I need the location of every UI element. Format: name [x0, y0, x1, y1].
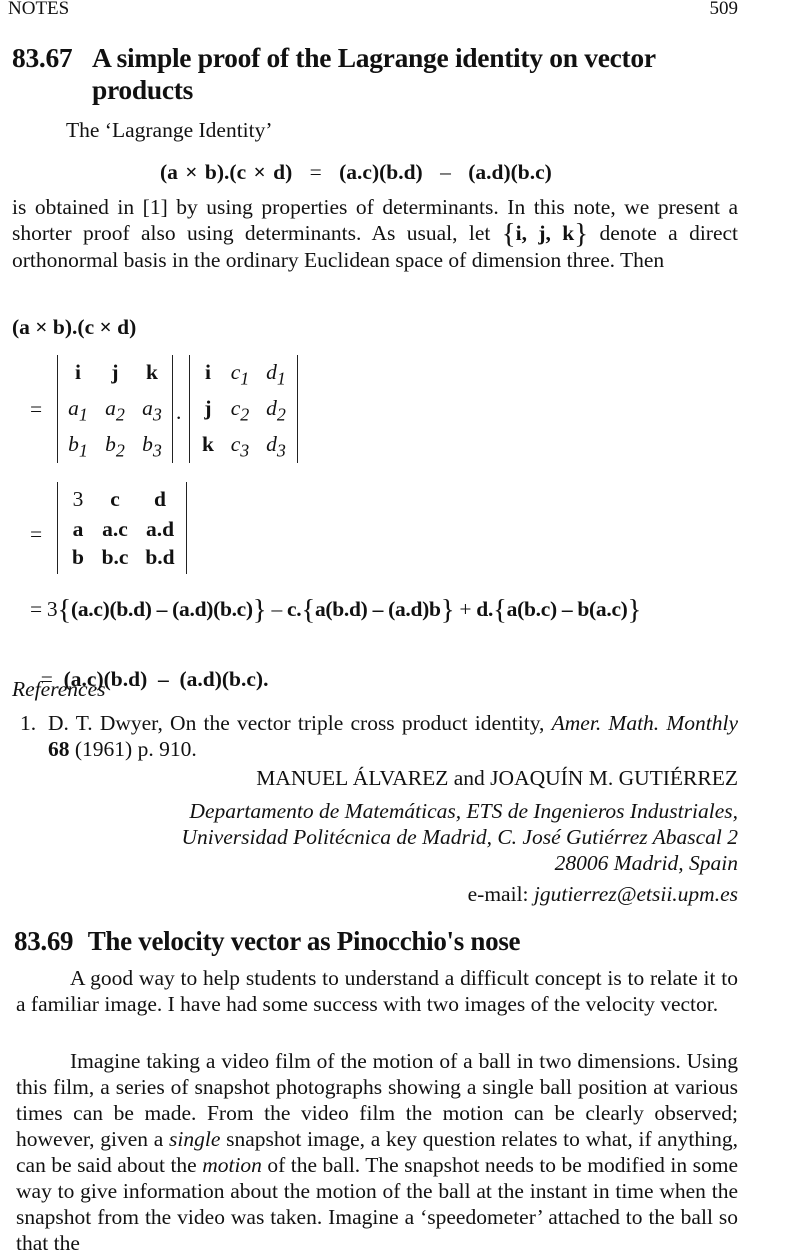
- email-label: e-mail:: [467, 882, 529, 906]
- plus-sign: +: [459, 597, 472, 621]
- note-title-line1: A simple proof of the Lagrange identity …: [92, 42, 656, 73]
- coefficient: d.: [476, 597, 494, 621]
- running-head: NOTES 509: [8, 0, 738, 22]
- identity-equals: =: [309, 160, 322, 184]
- det1-cell: k: [146, 360, 158, 384]
- minus-sign: –: [271, 597, 282, 621]
- reference-journal: Amer. Math. Monthly: [551, 711, 739, 735]
- note-title-line2: products: [92, 74, 194, 105]
- identity-lhs: (a × b).(c × d): [160, 160, 293, 184]
- reference-item: 1. D. T. Dwyer, On the vector triple cro…: [20, 710, 738, 762]
- identity-rhs2: (a.d)(b.c): [468, 160, 552, 184]
- note-title: 83.67 A simple proof of the Lagrange iden…: [12, 42, 742, 106]
- equals-sign: =: [30, 522, 43, 546]
- affiliation-line: Universidad Politécnica de Madrid, C. Jo…: [181, 825, 738, 849]
- affiliation-line: Departamento de Matemáticas, ETS de Inge…: [189, 799, 738, 823]
- note-title-text: The velocity vector as Pinocchio's nose: [87, 926, 521, 956]
- equals-sign: =: [30, 597, 42, 621]
- paragraph: is obtained in [1] by using properties o…: [12, 194, 738, 273]
- note-number: 83.67: [12, 42, 73, 73]
- coefficient: 3: [46, 597, 58, 621]
- email-line: e-mail: jgutierrez@etsii.upm.es: [12, 881, 738, 907]
- reference-authors: D. T. Dwyer, On the vector triple cross …: [48, 711, 545, 735]
- basis-vectors: i, j, k: [515, 221, 575, 245]
- equals-sign: =: [30, 397, 43, 421]
- brace-open: {: [501, 218, 516, 250]
- expansion-term: (a.c)(b.d) – (a.d)(b.c): [70, 597, 253, 621]
- determinant-2: i c1 d1 j c2 d2 k c3 d3: [189, 355, 298, 463]
- intro-text: The ‘Lagrange Identity’: [66, 118, 273, 142]
- det2-cell: d3: [266, 432, 286, 461]
- note-title: 83.69 The velocity vector as Pinocchio's…: [14, 925, 521, 957]
- coefficient: c.: [287, 597, 302, 621]
- emphasis: motion: [202, 1153, 262, 1177]
- det3-cell: a.d: [145, 517, 175, 541]
- lagrange-identity: (a × b).(c × d) = (a.c)(b.d) – (a.d)(b.c…: [160, 159, 552, 185]
- references-heading: References: [12, 677, 106, 701]
- determinant-1: i j k a1 a2 a3 b1 b2 b3: [57, 355, 173, 463]
- reference-details: (1961) p. 910.: [74, 737, 197, 761]
- expansion-term: a(b.d) – (a.d)b: [314, 597, 441, 621]
- det3-cell: a.c: [102, 517, 128, 541]
- email-address[interactable]: jgutierrez@etsii.upm.es: [534, 882, 738, 906]
- det2-cell: d2: [266, 396, 286, 425]
- note-number: 83.69: [14, 926, 74, 956]
- proof-lhs: (a × b).(c × d): [12, 315, 137, 339]
- reference-number: 1.: [20, 711, 37, 735]
- expansion-line: = 3{(a.c)(b.d) – (a.d)(b.c)} – c.{a(b.d)…: [30, 594, 642, 626]
- brace-close: }: [574, 218, 589, 250]
- determinant-3: 3 c d a a.c a.d b b.c b.d: [57, 482, 187, 574]
- det3-cell: b.d: [145, 545, 175, 569]
- reference-volume: 68: [48, 737, 70, 761]
- running-head-section: NOTES: [8, 0, 70, 19]
- det1-cell: a3: [142, 396, 162, 425]
- dot-product: .: [176, 400, 182, 424]
- affiliation-line: 28006 Madrid, Spain: [554, 851, 738, 875]
- paragraph: A good way to help students to understan…: [16, 966, 738, 1016]
- det1-cell: b3: [142, 432, 162, 461]
- paragraph: Imagine taking a video film of the motio…: [16, 1048, 738, 1256]
- det3-cell: b.c: [101, 545, 129, 569]
- identity-minus: –: [440, 160, 451, 184]
- det3-cell: d: [154, 487, 166, 511]
- det2-cell: d1: [266, 360, 286, 389]
- det3-cell: c: [110, 487, 120, 511]
- authors: MANUEL ÁLVAREZ and JOAQUÍN M. GUTIÉRREZ: [256, 766, 738, 790]
- identity-rhs1: (a.c)(b.d): [339, 160, 423, 184]
- emphasis: single: [169, 1127, 221, 1151]
- page-number: 509: [709, 0, 739, 19]
- expansion-term: a(b.c) – b(a.c): [506, 597, 628, 621]
